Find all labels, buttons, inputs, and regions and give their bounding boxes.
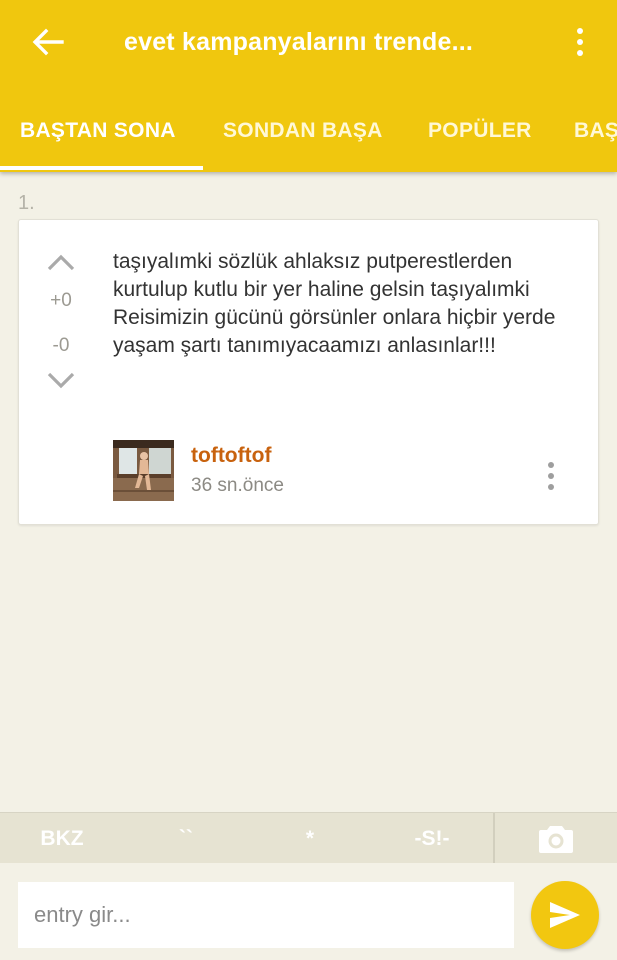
tab-bar: BAŞTAN SONA SONDAN BAŞA POPÜLER BAŞ [0, 96, 617, 172]
back-button[interactable] [22, 20, 74, 64]
star-button[interactable]: * [248, 813, 372, 864]
entry-card: +0 -0 taşıyalımki sözlük ahlaksız putper… [18, 219, 599, 525]
more-vert-icon [577, 28, 583, 34]
upvote-count: +0 [50, 290, 72, 311]
tab-populer[interactable]: POPÜLER [408, 96, 552, 172]
author-name[interactable]: toftoftof [191, 444, 271, 468]
backtick-button[interactable]: `` [124, 813, 248, 864]
spoiler-button[interactable]: -S!- [372, 813, 492, 864]
entry-input-bar [0, 863, 617, 960]
more-vert-icon [548, 462, 554, 468]
active-tab-indicator [0, 166, 203, 170]
tab-sondan-basa[interactable]: SONDAN BAŞA [203, 96, 403, 172]
downvote-button[interactable] [45, 368, 77, 392]
send-button[interactable] [531, 881, 599, 949]
camera-button[interactable] [495, 813, 617, 864]
tab-bas[interactable]: BAŞ [554, 96, 617, 172]
entry-more-button[interactable] [539, 456, 563, 496]
entry-input[interactable] [18, 882, 514, 948]
entry-text: taşıyalımki sözlük ahlaksız putperestler… [113, 250, 556, 357]
chevron-up-icon [47, 254, 75, 271]
format-toolbar: BKZ `` * -S!- [0, 812, 617, 864]
chevron-down-icon [47, 372, 75, 389]
tab-bastan-sona[interactable]: BAŞTAN SONA [0, 96, 203, 172]
entry-number: 1. [18, 192, 35, 214]
send-icon [550, 902, 580, 928]
overflow-menu-button[interactable] [560, 20, 600, 64]
avatar[interactable] [113, 440, 174, 501]
arrow-left-icon [32, 28, 64, 56]
upvote-button[interactable] [45, 250, 77, 274]
camera-icon [539, 825, 573, 853]
app-bar: evet kampanyalarını trende... BAŞTAN SON… [0, 0, 617, 172]
bkz-button[interactable]: BKZ [0, 813, 124, 864]
page-title: evet kampanyalarını trende... [124, 28, 474, 56]
avatar-image [113, 440, 174, 501]
downvote-count: -0 [52, 335, 70, 356]
entry-time: 36 sn.önce [191, 475, 284, 496]
